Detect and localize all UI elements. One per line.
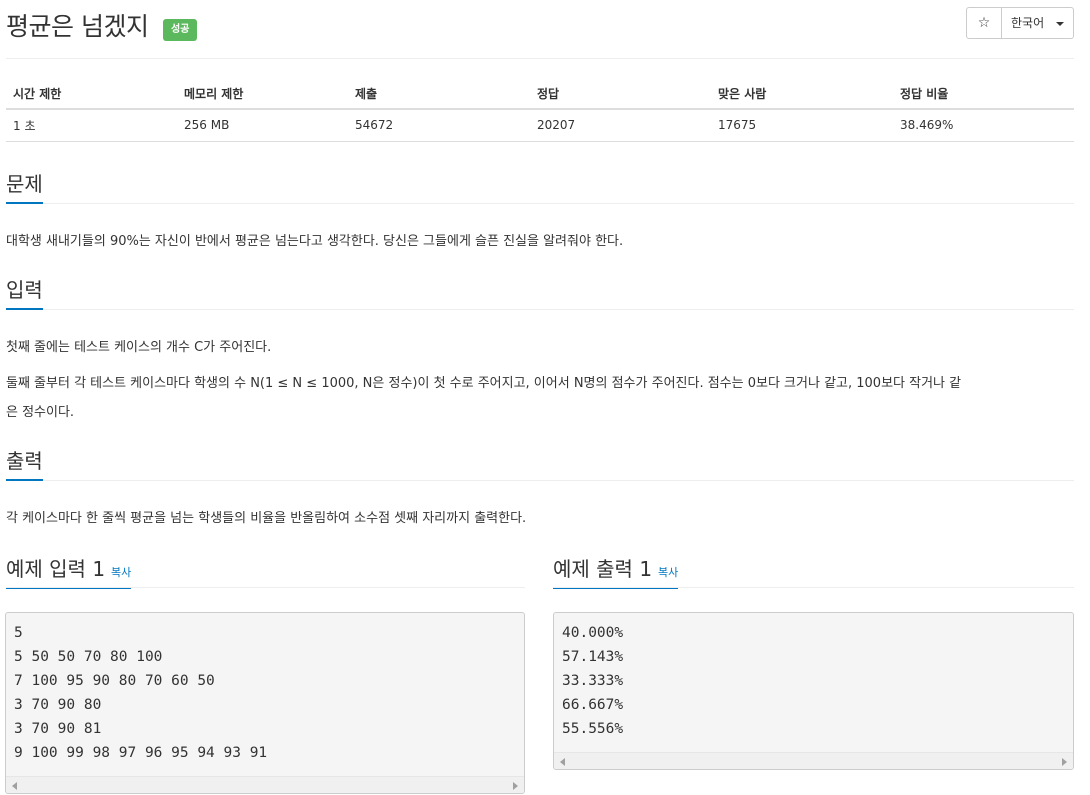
chevron-down-icon [1056, 22, 1064, 26]
copy-sample-input-button[interactable]: 복사 [111, 566, 131, 579]
code-line: 3 70 90 80 [14, 697, 102, 713]
copy-sample-output-button[interactable]: 복사 [658, 566, 678, 579]
code-line: 3 70 90 81 [14, 721, 102, 737]
header-divider [6, 58, 1074, 59]
sample-input-divider [6, 587, 525, 588]
code-line: 5 50 50 70 80 100 [14, 649, 163, 665]
code-line: 40.000% [562, 625, 624, 641]
input-section-header: 입력 [6, 278, 1074, 310]
star-icon: ☆ [977, 15, 991, 31]
input-title: 입력 [6, 278, 43, 310]
sample-input-box[interactable]: 5 5 50 50 70 80 100 7 100 95 90 80 70 60 5… [5, 612, 525, 794]
description-title: 문제 [6, 172, 43, 204]
header-accepted: 정답 [530, 78, 711, 110]
description-text: 대학생 새내기들의 90%는 자신이 반에서 평균은 넘는다고 생각한다. 당신… [6, 234, 624, 249]
sample-output-title: 예제 출력 1 [553, 557, 653, 581]
favorite-button[interactable]: ☆ [966, 7, 1002, 39]
input-text-line2: 둘째 줄부터 각 테스트 케이스마다 학생의 수 N(1 ≤ N ≤ 1000,… [6, 376, 962, 391]
horizontal-scrollbar[interactable] [6, 776, 524, 793]
problem-header: 평균은 넘겠지 성공 ☆ 한국어 [0, 0, 1090, 60]
table-header-row: 시간 제한 메모리 제한 제출 정답 맞은 사람 정답 비율 [6, 78, 1074, 110]
problem-info-table: 시간 제한 메모리 제한 제출 정답 맞은 사람 정답 비율 1 초 256 M… [6, 78, 1074, 142]
value-memory-limit: 256 MB [177, 109, 348, 142]
header-solved-users: 맞은 사람 [711, 78, 893, 110]
input-text-line3: 은 정수이다. [6, 405, 75, 420]
sample-input-heading: 예제 입력 1 복사 [6, 557, 132, 589]
table-row: 1 초 256 MB 54672 20207 17675 38.469% [6, 109, 1074, 142]
scroll-left-icon[interactable] [560, 758, 565, 766]
language-label: 한국어 [1011, 16, 1045, 30]
code-line: 9 100 99 98 97 96 95 94 93 91 [14, 745, 268, 761]
sample-output-box[interactable]: 40.000% 57.143% 33.333% 66.667% 55.556% [553, 612, 1074, 770]
scroll-left-icon[interactable] [12, 782, 17, 790]
sample-input-title: 예제 입력 1 [6, 557, 106, 581]
sample-output-divider [553, 587, 1074, 588]
horizontal-scrollbar[interactable] [554, 752, 1073, 769]
value-submissions: 54672 [348, 109, 530, 142]
value-solved-users: 17675 [711, 109, 893, 142]
code-line: 66.667% [562, 697, 624, 713]
output-section-header: 출력 [6, 449, 1074, 481]
value-accept-ratio: 38.469% [893, 109, 1074, 142]
scroll-right-icon[interactable] [513, 782, 518, 790]
description-section-header: 문제 [6, 172, 1074, 204]
output-text: 각 케이스마다 한 줄씩 평균을 넘는 학생들의 비율을 반올림하여 소수점 셋… [6, 511, 527, 526]
problem-title: 평균은 넘겠지 [6, 12, 149, 41]
code-line: 7 100 95 90 80 70 60 50 [14, 673, 215, 689]
sample-output-heading: 예제 출력 1 복사 [553, 557, 679, 589]
value-accepted: 20207 [530, 109, 711, 142]
value-time-limit: 1 초 [6, 109, 177, 142]
header-time-limit: 시간 제한 [6, 78, 177, 110]
code-line: 55.556% [562, 721, 624, 737]
language-dropdown[interactable]: 한국어 [1002, 7, 1074, 39]
code-line: 57.143% [562, 649, 624, 665]
input-text-line1: 첫째 줄에는 테스트 케이스의 개수 C가 주어진다. [6, 340, 272, 355]
header-accept-ratio: 정답 비율 [893, 78, 1074, 110]
header-memory-limit: 메모리 제한 [177, 78, 348, 110]
sample-input-content[interactable]: 5 5 50 50 70 80 100 7 100 95 90 80 70 60 5… [14, 621, 267, 765]
sample-output-content[interactable]: 40.000% 57.143% 33.333% 66.667% 55.556% [562, 621, 623, 741]
status-badge: 성공 [163, 19, 198, 41]
code-line: 33.333% [562, 673, 624, 689]
header-submissions: 제출 [348, 78, 530, 110]
output-title: 출력 [6, 449, 43, 481]
scroll-right-icon[interactable] [1062, 758, 1067, 766]
code-line: 5 [14, 625, 23, 641]
